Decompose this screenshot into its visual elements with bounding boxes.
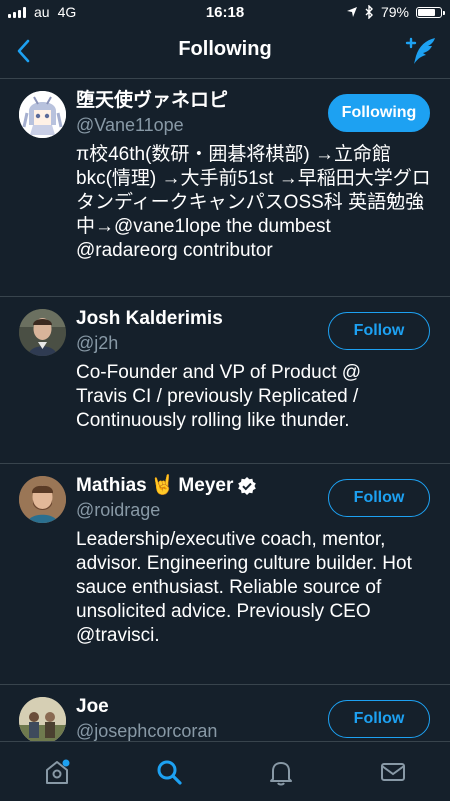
user-row[interactable]: 堕天使ヴァネロピ @Vane11ope π校46th(数研・囲碁将棋部) →立命… (0, 79, 450, 297)
search-icon[interactable] (154, 757, 184, 787)
location-arrow-icon (346, 7, 357, 17)
anime-avatar-image (19, 91, 66, 138)
rock-hand-emoji: 🤘 (150, 475, 175, 496)
battery-percent: 79% (380, 4, 409, 20)
battery-fill (418, 8, 436, 16)
user-row[interactable]: Joe @josephcorcoran Follow (0, 685, 450, 741)
user-row[interactable]: Josh Kalderimis @j2h Co-Founder and VP o… (0, 297, 450, 464)
messages-mail-icon[interactable] (378, 757, 408, 787)
avatar[interactable] (19, 476, 66, 523)
user-bio: Co-Founder and VP of Product @ Travis CI… (76, 362, 362, 431)
follow-button[interactable]: Follow (328, 479, 430, 517)
avatar[interactable] (19, 91, 66, 138)
user-bio: π校46th(数研・囲碁将棋部) →立命館bkc(情理) →大手前51st →早… (76, 144, 431, 261)
person-photo-avatar (19, 476, 66, 523)
home-icon[interactable] (42, 757, 72, 787)
follow-button[interactable]: Follow (328, 312, 430, 350)
battery-icon (416, 6, 445, 18)
user-bio: Leadership/executive coach, mentor, advi… (76, 529, 412, 646)
status-bar: au 4G 16:18 79% (0, 0, 450, 24)
following-list: 堕天使ヴァネロピ @Vane11ope π校46th(数研・囲碁将棋部) →立命… (0, 79, 450, 741)
bluetooth-icon (365, 5, 373, 19)
notifications-bell-icon[interactable] (266, 757, 296, 787)
display-name-last: Meyer (178, 475, 234, 496)
status-right: 79% (346, 4, 445, 20)
group-photo-avatar (19, 697, 66, 741)
avatar[interactable] (19, 697, 66, 741)
display-name-first: Mathias (76, 475, 147, 496)
verified-badge-icon (238, 477, 257, 495)
follow-button[interactable]: Follow (328, 700, 430, 738)
user-row[interactable]: Mathias 🤘 Meyer @roidrage Leadership/exe… (0, 464, 450, 685)
compose-feather-icon[interactable] (404, 34, 438, 68)
tab-bar (0, 741, 450, 801)
following-button[interactable]: Following (328, 94, 430, 132)
nav-bar: Following (0, 24, 450, 79)
page-title: Following (178, 38, 272, 60)
avatar[interactable] (19, 309, 66, 356)
person-photo-avatar (19, 309, 66, 356)
